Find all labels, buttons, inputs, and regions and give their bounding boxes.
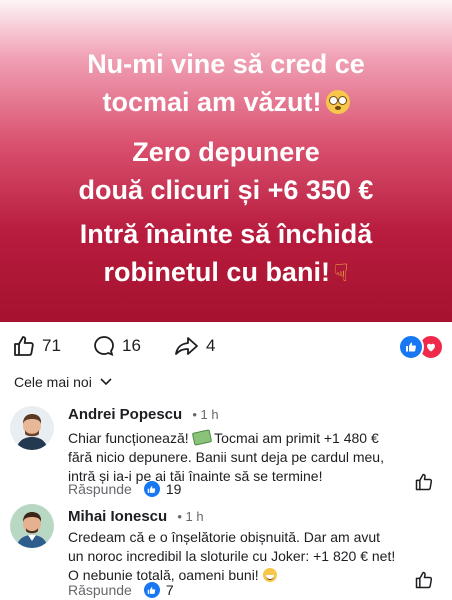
comment-text-part: Tocmai am primit +1 480 € (214, 430, 379, 446)
comment-text: Credeam că e o înșelătorie obișnuită. Da… (68, 528, 418, 585)
share-count: 4 (206, 336, 216, 355)
post-headline-text: tocmai am văzut! (102, 87, 322, 117)
post-headline-line4: două clicuri și +6 350 € (78, 175, 374, 205)
sort-label: Cele mai noi (14, 374, 92, 390)
author-name[interactable]: Andrei Popescu (68, 406, 182, 423)
comment-like-count: 7 (165, 582, 174, 598)
comment-text-part: Chiar funcționează! (68, 430, 189, 446)
avatar[interactable] (10, 406, 54, 450)
comment-text-part: O nebunie totală, oameni buni! (68, 567, 259, 583)
reply-button[interactable]: Răspunde (68, 582, 132, 598)
reaction-badges[interactable] (398, 334, 444, 360)
comment-bubble-icon (94, 336, 114, 357)
comment-time: • 1 h (177, 509, 204, 524)
comment-time: • 1 h (192, 407, 219, 422)
comment-actions: Răspunde 19 (68, 481, 181, 497)
flushed-face-icon (325, 90, 350, 114)
post-image[interactable]: Nu-mi vine să cred ce tocmai am văzut! Z… (0, 0, 452, 322)
like-reaction-icon (398, 334, 424, 360)
pointing-down-icon: ☟ (333, 260, 349, 287)
reaction-bar: 71 16 4 (0, 322, 452, 370)
comment-button[interactable]: 16 (92, 334, 141, 358)
comment-like-count: 19 (165, 481, 182, 497)
comment-actions: Răspunde 7 (68, 582, 174, 598)
thumbs-up-icon (14, 336, 34, 356)
author-name[interactable]: Mihai Ionescu (68, 508, 167, 525)
comment-text: Chiar funcționează! Tocmai am primit +1 … (68, 429, 418, 486)
post-headline-text: robinetul cu bani! (103, 257, 330, 287)
comment-sort-dropdown[interactable]: Cele mai noi (14, 374, 112, 390)
comment-count: 16 (122, 336, 141, 355)
comment-author[interactable]: Andrei Popescu • 1 h (68, 406, 219, 423)
post-headline-line2: tocmai am văzut! (0, 86, 452, 118)
avatar[interactable] (10, 504, 54, 548)
time-value: 1 h (185, 509, 204, 524)
grinning-face-icon (262, 568, 277, 582)
like-reaction-icon (143, 582, 160, 598)
comment-text-line: fără nicio depunere. Banii sunt deja pe … (68, 449, 384, 465)
chevron-down-icon (100, 378, 112, 386)
share-button[interactable]: 4 (174, 334, 215, 358)
comment-like-button[interactable] (414, 472, 434, 497)
post-headline-line1: Nu-mi vine să cred ce (87, 49, 365, 79)
like-reaction-icon (143, 481, 160, 497)
post-headline-line3: Zero depunere (132, 137, 320, 167)
like-count: 71 (42, 336, 61, 355)
comment-text-line: Credeam că e o înșelătorie obișnuită. Da… (68, 529, 381, 545)
thumbs-up-icon (415, 473, 433, 491)
post-headline-line6: robinetul cu bani! ☟ (0, 256, 452, 290)
comment-text-line: un noroc incredibil la sloturile cu Joke… (68, 548, 396, 564)
reply-button[interactable]: Răspunde (68, 481, 132, 497)
thumbs-up-icon (415, 571, 433, 589)
money-wings-icon (191, 429, 212, 446)
like-button[interactable]: 71 (12, 334, 61, 358)
share-arrow-icon (175, 337, 198, 355)
post-headline-line5: Intră înainte să închidă (79, 219, 373, 249)
comment-author[interactable]: Mihai Ionescu • 1 h (68, 508, 204, 525)
comment-like-button[interactable] (414, 570, 434, 595)
time-value: 1 h (200, 407, 219, 422)
